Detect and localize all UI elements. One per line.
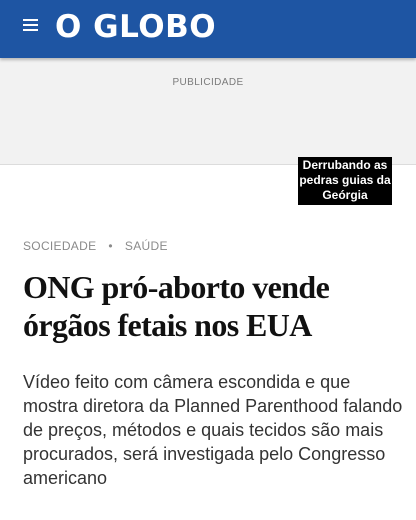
article-kicker: SOCIEDADE • SAÚDE bbox=[23, 239, 168, 253]
site-header: O GLOBO bbox=[0, 0, 416, 58]
section-link-saude[interactable]: SAÚDE bbox=[125, 239, 168, 253]
section-link-sociedade[interactable]: SOCIEDADE bbox=[23, 239, 96, 253]
ad-label: PUBLICIDADE bbox=[172, 77, 244, 88]
article-page: O GLOBO PUBLICIDADE Derrubando as pedras… bbox=[0, 0, 416, 520]
article-subtitle: Vídeo feito com câmera escondida e que m… bbox=[23, 372, 403, 488]
ad-banner: PUBLICIDADE bbox=[0, 58, 416, 165]
kicker-separator: • bbox=[108, 239, 113, 253]
hamburger-menu-icon[interactable] bbox=[23, 18, 38, 32]
overlay-caption: Derrubando as pedras guias da Geórgia bbox=[298, 157, 392, 205]
site-logo[interactable]: O GLOBO bbox=[55, 8, 216, 46]
article-headline: ONG pró-aborto vende órgãos fetais nos E… bbox=[23, 269, 330, 343]
